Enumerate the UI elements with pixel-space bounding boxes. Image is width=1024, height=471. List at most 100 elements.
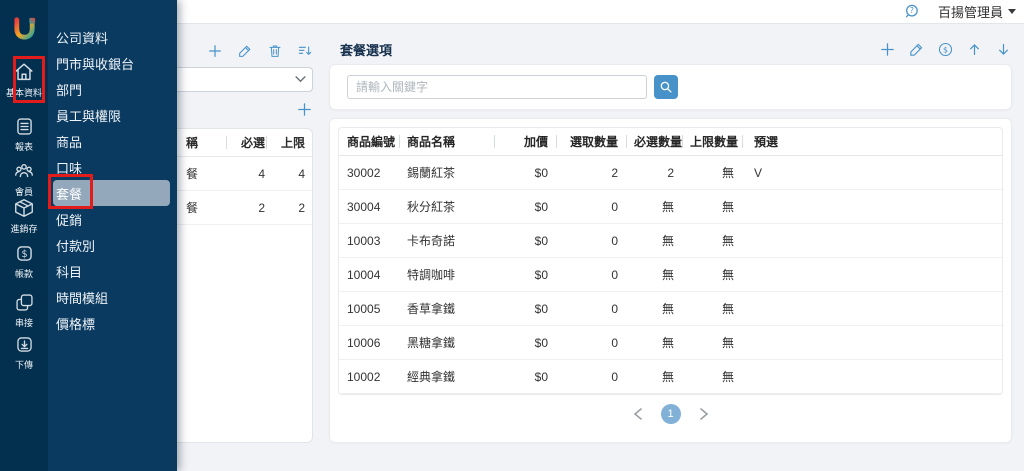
- edit-icon[interactable]: [236, 42, 253, 59]
- page-number-current[interactable]: 1: [661, 404, 681, 424]
- page-next-icon[interactable]: [697, 407, 711, 421]
- sort-icon[interactable]: [296, 42, 313, 59]
- cell-preselect: V: [742, 166, 1002, 180]
- chevron-down-icon: [295, 76, 306, 83]
- cell-product-name: 黑糖拿鐵: [399, 334, 494, 351]
- sidebar-item-label: 基本資料: [6, 86, 42, 99]
- svg-text:$: $: [943, 45, 948, 54]
- cell-limit: 4: [272, 167, 312, 181]
- options-table: 商品編號 商品名稱 加價 選取數量 必選數量 上限數量 預選 30002 錫蘭紅…: [338, 127, 1003, 395]
- search-button[interactable]: [654, 75, 678, 99]
- billing-icon: $: [14, 243, 35, 264]
- cell-limit-qty: 無: [682, 300, 742, 317]
- cell-limit-qty: 無: [682, 334, 742, 351]
- user-menu[interactable]: 百揚管理員: [938, 2, 1016, 21]
- flyout-item-staff[interactable]: 員工與權限: [53, 102, 170, 128]
- flyout-item-promotions[interactable]: 促銷: [53, 206, 170, 232]
- sidebar-item-reports[interactable]: 報表: [0, 116, 48, 153]
- delete-icon[interactable]: [266, 42, 283, 59]
- table-row[interactable]: 30002 錫蘭紅茶 $0 2 2 無 V: [339, 156, 1002, 190]
- move-down-icon[interactable]: [995, 41, 1012, 58]
- flyout-item-time-module[interactable]: 時間模組: [53, 284, 170, 310]
- move-up-icon[interactable]: [966, 41, 983, 58]
- col-required-qty: 必選數量: [626, 133, 682, 150]
- add-icon[interactable]: [206, 42, 223, 59]
- sidebar-item-label: 進銷存: [10, 222, 37, 235]
- caret-down-icon: [1008, 9, 1016, 14]
- flyout-item-stores[interactable]: 門市與收銀台: [53, 50, 170, 76]
- page-title: 套餐選項: [340, 40, 392, 59]
- main-header: 套餐選項 $: [329, 37, 1012, 61]
- sidebar-item-label: 串接: [15, 316, 33, 329]
- cell-product-id: 10002: [339, 370, 399, 384]
- search-card: [329, 64, 1012, 110]
- flyout-menu: 公司資料 門市與收銀台 部門 員工與權限 商品 口味 套餐 促銷 付款別 科目 …: [48, 0, 177, 471]
- cell-surcharge: $0: [494, 166, 556, 180]
- table-row[interactable]: 10005 香草拿鐵 $0 0 無 無: [339, 292, 1002, 326]
- search-input[interactable]: [347, 75, 647, 99]
- top-bar: ? 百揚管理員: [48, 0, 1024, 24]
- table-row[interactable]: 30004 秋分紅茶 $0 0 無 無: [339, 190, 1002, 224]
- main-toolbar: $: [879, 41, 1012, 58]
- table-row[interactable]: 10006 黑糖拿鐵 $0 0 無 無: [339, 326, 1002, 360]
- cell-pick-qty: 0: [556, 302, 626, 316]
- help-magnifier-icon[interactable]: ?: [903, 3, 920, 20]
- cell-product-id: 10004: [339, 268, 399, 282]
- edit-icon[interactable]: [908, 41, 925, 58]
- cell-required-qty: 無: [626, 300, 682, 317]
- flyout-item-payment[interactable]: 付款別: [53, 232, 170, 258]
- cell-surcharge: $0: [494, 370, 556, 384]
- cell-required: 4: [232, 167, 272, 181]
- cell-product-id: 30002: [339, 166, 399, 180]
- flyout-item-subjects[interactable]: 科目: [53, 258, 170, 284]
- table-row[interactable]: 10002 經典拿鐵 $0 0 無 無: [339, 360, 1002, 394]
- table-row[interactable]: 10004 特調咖啡 $0 0 無 無: [339, 258, 1002, 292]
- sidebar-item-members[interactable]: 會員: [0, 160, 48, 198]
- search-icon: [659, 80, 673, 94]
- cell-required-qty: 無: [626, 198, 682, 215]
- page-prev-icon[interactable]: [631, 407, 645, 421]
- flyout-item-company[interactable]: 公司資料: [53, 24, 170, 50]
- cell-limit-qty: 無: [682, 164, 742, 181]
- add-icon[interactable]: [879, 41, 896, 58]
- col-product-id: 商品編號: [339, 133, 399, 150]
- cell-pick-qty: 0: [556, 200, 626, 214]
- options-table-card: 商品編號 商品名稱 加價 選取數量 必選數量 上限數量 預選 30002 錫蘭紅…: [329, 118, 1012, 443]
- flyout-item-price-tag[interactable]: 價格標: [53, 310, 170, 336]
- user-name: 百揚管理員: [938, 2, 1003, 21]
- sidebar-item-integration[interactable]: 串接: [0, 292, 48, 329]
- cell-surcharge: $0: [494, 234, 556, 248]
- cell-pick-qty: 0: [556, 268, 626, 282]
- cell-required-qty: 無: [626, 266, 682, 283]
- add-icon[interactable]: [296, 101, 313, 118]
- cell-required: 2: [232, 201, 272, 215]
- sidebar-item-label: 帳款: [15, 267, 33, 280]
- inventory-icon: [13, 197, 35, 219]
- flyout-item-flavors[interactable]: 口味: [53, 154, 170, 180]
- cell-required-qty: 無: [626, 232, 682, 249]
- cell-product-name: 特調咖啡: [399, 266, 494, 283]
- sidebar-item-billing[interactable]: $ 帳款: [0, 243, 48, 280]
- cell-pick-qty: 2: [556, 166, 626, 180]
- flyout-item-department[interactable]: 部門: [53, 76, 170, 102]
- price-circle-icon[interactable]: $: [937, 41, 954, 58]
- sidebar-item-download[interactable]: 下傳: [0, 334, 48, 371]
- sidebar-item-inventory[interactable]: 進銷存: [0, 197, 48, 235]
- cell-surcharge: $0: [494, 302, 556, 316]
- cell-limit-qty: 無: [682, 198, 742, 215]
- app-window: ? 百揚管理員: [0, 0, 1024, 471]
- flyout-item-set-meal[interactable]: 套餐: [53, 180, 170, 206]
- col-limit-qty: 上限數量: [682, 133, 742, 150]
- cell-required-qty: 無: [626, 334, 682, 351]
- cell-product-name: 經典拿鐵: [399, 368, 494, 385]
- cell-required-qty: 2: [626, 166, 682, 180]
- table-header-row: 商品編號 商品名稱 加價 選取數量 必選數量 上限數量 預選: [339, 128, 1002, 156]
- flyout-item-products[interactable]: 商品: [53, 128, 170, 154]
- cell-pick-qty: 0: [556, 336, 626, 350]
- brand-u-logo: [11, 15, 38, 42]
- content-area: 稱 必選 上限 餐 4 4 餐 2 2: [48, 24, 1024, 471]
- cell-surcharge: $0: [494, 336, 556, 350]
- cell-limit-qty: 無: [682, 232, 742, 249]
- table-row[interactable]: 10003 卡布奇諾 $0 0 無 無: [339, 224, 1002, 258]
- sidebar-item-basic-data[interactable]: 基本資料: [0, 61, 48, 99]
